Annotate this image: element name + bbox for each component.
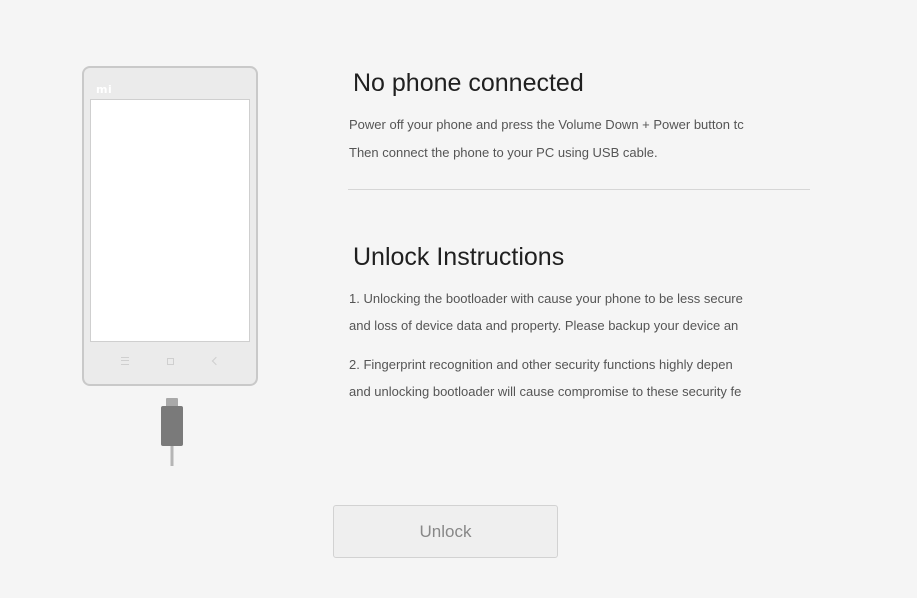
phone-illustration-icon: mi xyxy=(82,66,258,386)
unlock-instruction-line-2: and loss of device data and property. Pl… xyxy=(349,318,739,333)
connection-instruction-line-2: Then connect the phone to your PC using … xyxy=(349,145,658,160)
menu-icon xyxy=(121,357,130,365)
unlock-instruction-line-3: 2. Fingerprint recognition and other sec… xyxy=(349,357,733,372)
unlock-instructions-title: Unlock Instructions xyxy=(353,243,565,271)
home-icon xyxy=(167,357,175,365)
mi-logo: mi xyxy=(96,83,113,96)
connection-status-title: No phone connected xyxy=(353,69,584,97)
unlock-instruction-line-4: and unlocking bootloader will cause comp… xyxy=(349,384,742,399)
back-icon xyxy=(211,356,221,366)
unlock-button[interactable]: Unlock xyxy=(333,505,558,558)
phone-screen xyxy=(90,99,250,342)
usb-cable-icon xyxy=(161,398,183,466)
content-panel: No phone connected Power off your phone … xyxy=(348,0,810,420)
phone-nav-bar xyxy=(84,348,256,374)
unlock-instruction-line-1: 1. Unlocking the bootloader with cause y… xyxy=(349,291,743,306)
section-divider xyxy=(348,189,810,190)
connection-instruction-line-1: Power off your phone and press the Volum… xyxy=(349,117,744,132)
